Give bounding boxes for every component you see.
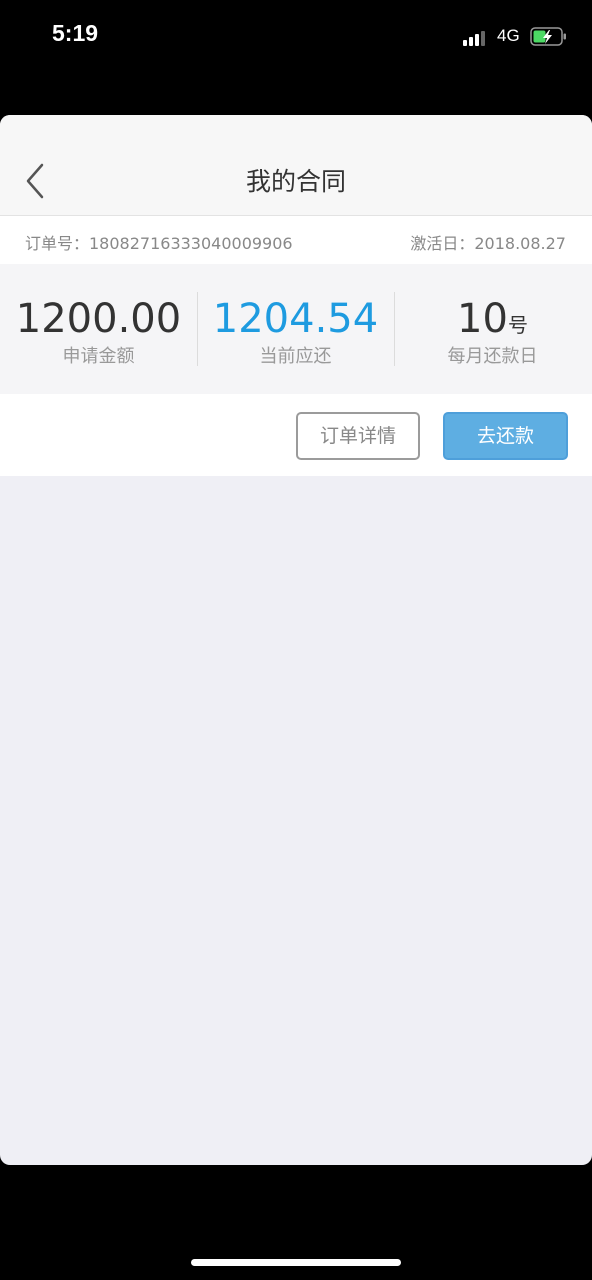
stat-value: 1200.00	[15, 296, 182, 342]
repay-button[interactable]: 去还款	[443, 412, 568, 460]
battery-charging-icon	[530, 27, 566, 46]
contract-screen: 我的合同 订单号：1808271633304000990​6 激活日：2018.…	[0, 115, 592, 1165]
order-info-row: 订单号：1808271633304000990​6 激活日：2018.08.27	[0, 216, 592, 264]
order-number: 订单号：1808271633304000990​6	[25, 234, 293, 253]
page-title: 我的合同	[245, 167, 346, 196]
activation-date: 激活日：2018.08.27	[410, 234, 566, 253]
action-row: 订单详情 去还款	[0, 394, 592, 476]
stat-value: 1204.54	[212, 296, 379, 342]
stat-label: 每月还款日	[447, 346, 538, 367]
stat-current-due: 1204.54 当前应还	[197, 264, 394, 394]
status-time: 5:19	[52, 20, 99, 46]
network-type: 4G	[497, 26, 520, 45]
stat-value: 10号	[457, 296, 528, 342]
cellular-signal-icon	[463, 30, 489, 46]
stat-unit: 号	[507, 313, 528, 337]
order-details-button[interactable]: 订单详情	[296, 412, 420, 460]
stat-monthly-due-day: 10号 每月还款日	[394, 264, 591, 394]
stat-applied-amount: 1200.00 申请金额	[0, 264, 197, 394]
status-bar: 5:19 4G	[0, 0, 592, 72]
contract-stats: 1200.00 申请金额 1204.54 当前应还 10号 每月还款日	[0, 264, 592, 394]
stat-label: 申请金额	[62, 346, 135, 367]
home-indicator[interactable]	[191, 1259, 401, 1266]
stat-label: 当前应还	[259, 346, 332, 367]
nav-bar: 我的合同	[0, 115, 592, 216]
